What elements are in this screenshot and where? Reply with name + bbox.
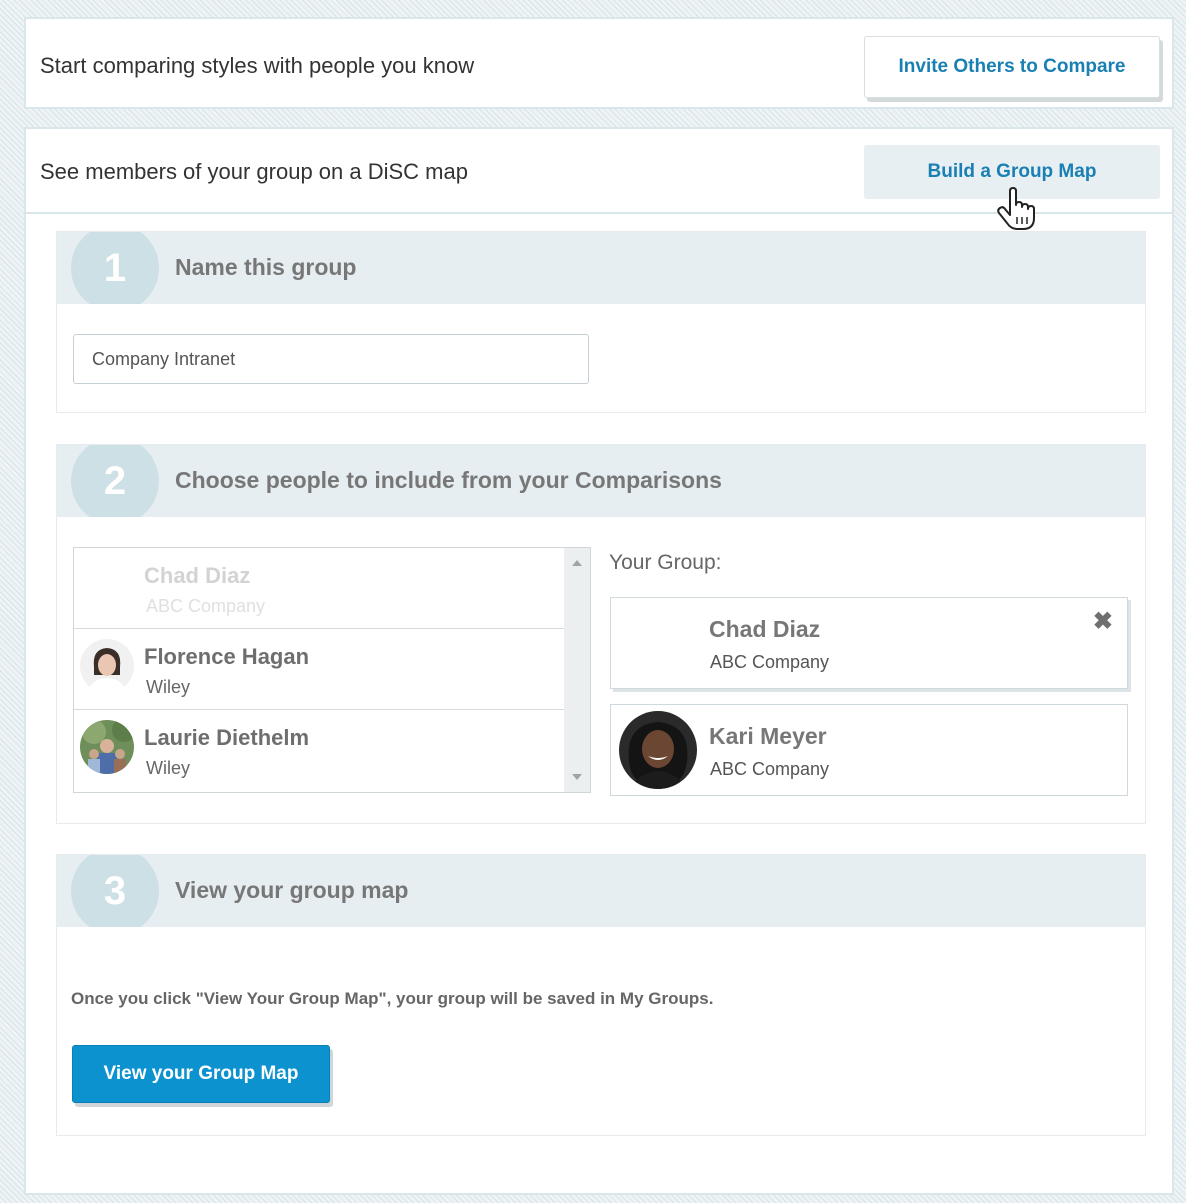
close-icon[interactable]: ✖ [1093,610,1113,634]
avatar [80,720,134,774]
view-group-map-button[interactable]: View your Group Map [72,1045,330,1103]
list-item-company: Wiley [146,677,190,697]
step-3-title: View your group map [175,877,409,903]
step-1-title: Name this group [175,254,357,280]
step-3-number: 3 [71,855,159,927]
group-member-kari-meyer[interactable]: Kari Meyer ABC Company [610,704,1128,796]
your-group-label: Your Group: [609,551,722,574]
scroll-up-icon[interactable] [572,560,582,566]
group-map-panel: See members of your group on a DiSC map … [24,127,1174,1195]
invite-others-button[interactable]: Invite Others to Compare [864,36,1160,98]
list-item-company: ABC Company [146,596,266,616]
list-item-name: Florence Hagan [144,644,310,669]
step-2-title: Choose people to include from your Compa… [175,467,722,493]
step-3-header: 3 View your group map [57,855,1145,927]
list-item-laurie-diethelm[interactable]: Laurie Diethelm Wiley [74,710,564,791]
list-scrollbar[interactable] [564,548,590,792]
list-item-chad-diaz[interactable]: Chad Diaz ABC Company [74,548,564,629]
group-member-name: Kari Meyer [709,723,827,749]
invite-panel-title: Start comparing styles with people you k… [40,53,475,78]
step-2-header: 2 Choose people to include from your Com… [57,445,1145,517]
step-view-map: 3 View your group map Once you click "Vi… [56,854,1146,1136]
list-item-florence-hagan[interactable]: Florence Hagan Wiley [74,629,564,710]
step-2-number: 2 [71,445,159,517]
group-member-name: Chad Diaz [709,616,821,642]
hand-pointer-icon [997,187,1035,230]
list-item-name: Laurie Diethelm [144,725,310,750]
invite-panel: Start comparing styles with people you k… [24,17,1174,109]
step-name-group: 1 Name this group [56,231,1146,413]
avatar [619,711,697,789]
step-1-header: 1 Name this group [57,232,1145,304]
group-member-company: ABC Company [710,652,830,672]
group-name-input[interactable] [73,334,589,384]
group-member-company: ABC Company [710,759,830,779]
step-choose-people: 2 Choose people to include from your Com… [56,444,1146,824]
list-item-name: Chad Diaz [144,563,251,588]
comparisons-list[interactable]: Chad Diaz ABC Company Florence Hagan Wil… [73,547,591,793]
avatar [80,639,134,693]
group-member-chad-diaz[interactable]: Chad Diaz ABC Company ✖ [610,597,1128,689]
list-item-company: Wiley [146,758,190,778]
scroll-down-icon[interactable] [572,774,582,780]
group-panel-title: See members of your group on a DiSC map [40,159,468,184]
save-note: Once you click "View Your Group Map", yo… [71,989,714,1008]
step-1-number: 1 [71,232,159,304]
